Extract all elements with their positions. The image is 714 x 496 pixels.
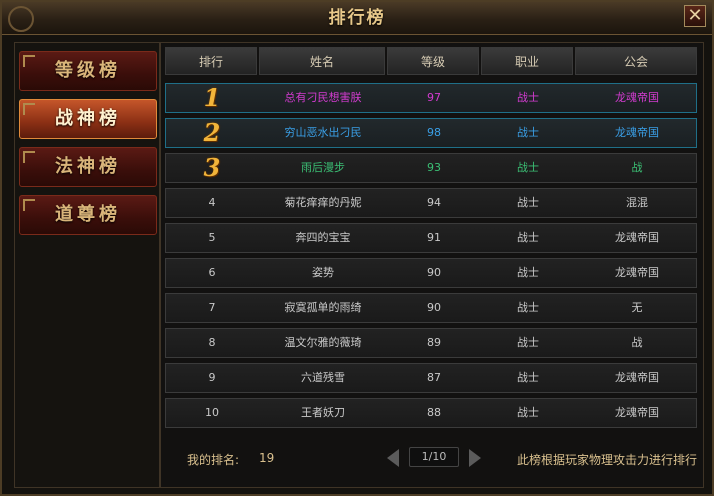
table-row[interactable]: 4 菊花痒痒的丹妮 94 战士 混混 bbox=[165, 188, 697, 218]
category-sidebar: 等级榜 战神榜 法神榜 道尊榜 bbox=[14, 42, 160, 488]
cell-level: 87 bbox=[427, 371, 441, 384]
my-rank-value: 19 bbox=[259, 451, 275, 465]
close-button[interactable]: ✕ bbox=[684, 5, 706, 27]
cell-level: 90 bbox=[427, 301, 441, 314]
cell-level: 88 bbox=[427, 406, 441, 419]
cell-class: 战士 bbox=[517, 406, 539, 419]
ornament-icon bbox=[23, 103, 35, 115]
cell-level: 93 bbox=[427, 161, 441, 174]
header-guild[interactable]: 公会 bbox=[575, 47, 697, 75]
tab-label: 战神榜 bbox=[55, 108, 121, 129]
cell-rank: 4 bbox=[208, 196, 216, 209]
cell-class: 战士 bbox=[517, 266, 539, 279]
cell-rank: 1 bbox=[203, 83, 221, 112]
my-rank-label: 我的排名: bbox=[187, 453, 240, 467]
tab-level-ranking[interactable]: 等级榜 bbox=[19, 51, 157, 91]
cell-class: 战士 bbox=[517, 371, 539, 384]
cell-guild: 龙魂帝国 bbox=[615, 231, 659, 244]
tab-label: 法神榜 bbox=[55, 156, 121, 177]
cell-rank: 8 bbox=[208, 336, 216, 349]
cell-rank: 5 bbox=[208, 231, 216, 244]
cell-class: 战士 bbox=[517, 336, 539, 349]
cell-name: 总有刁民想害朕 bbox=[284, 91, 362, 104]
cell-rank: 6 bbox=[208, 266, 216, 279]
header-rank[interactable]: 排行 bbox=[165, 47, 257, 75]
tab-label: 道尊榜 bbox=[55, 204, 121, 225]
cell-guild: 龙魂帝国 bbox=[615, 406, 659, 419]
cell-rank: 9 bbox=[208, 371, 216, 384]
table-row[interactable]: 10 王者妖刀 88 战士 龙魂帝国 bbox=[165, 398, 697, 428]
cell-class: 战士 bbox=[517, 196, 539, 209]
leaderboard-window: 排行榜 ✕ 等级榜 战神榜 法神榜 道尊榜 排行 姓名 等级 职业 公会 1 总有… bbox=[0, 0, 714, 496]
cell-name: 菊花痒痒的丹妮 bbox=[284, 196, 362, 209]
ranking-note: 此榜根据玩家物理攻击力进行排行 bbox=[516, 453, 697, 467]
cell-guild: 混混 bbox=[626, 196, 648, 209]
cell-class: 战士 bbox=[517, 301, 539, 314]
cell-name: 寂寞孤单的雨绮 bbox=[284, 301, 362, 314]
prev-page-icon[interactable] bbox=[387, 449, 399, 467]
cell-guild: 龙魂帝国 bbox=[615, 126, 659, 139]
pagination: 1/10 bbox=[387, 446, 481, 470]
header-name[interactable]: 姓名 bbox=[259, 47, 385, 75]
table-row[interactable]: 5 奔四的宝宝 91 战士 龙魂帝国 bbox=[165, 223, 697, 253]
ornament-icon bbox=[23, 55, 35, 67]
cell-class: 战士 bbox=[517, 161, 539, 174]
cell-rank: 3 bbox=[203, 153, 221, 182]
cell-guild: 战 bbox=[631, 336, 643, 349]
cell-name: 王者妖刀 bbox=[301, 406, 345, 419]
footer-bar: 我的排名: 19 1/10 此榜根据玩家物理攻击力进行排行 bbox=[161, 439, 705, 479]
ornament-icon bbox=[23, 151, 35, 163]
cell-class: 战士 bbox=[517, 126, 539, 139]
cell-name: 奔四的宝宝 bbox=[295, 231, 351, 244]
window-title: 排行榜 bbox=[328, 8, 386, 28]
cell-guild: 龙魂帝国 bbox=[615, 371, 659, 384]
title-bar: 排行榜 ✕ bbox=[2, 2, 712, 35]
cell-level: 98 bbox=[427, 126, 441, 139]
cell-guild: 龙魂帝国 bbox=[615, 266, 659, 279]
table-row[interactable]: 9 六道残雪 87 战士 龙魂帝国 bbox=[165, 363, 697, 393]
ranking-panel: 排行 姓名 等级 职业 公会 1 总有刁民想害朕 97 战士 龙魂帝国 2 穷山恶水出刁民 9… bbox=[160, 42, 704, 488]
cell-guild: 战 bbox=[631, 161, 643, 174]
tab-taoist-ranking[interactable]: 道尊榜 bbox=[19, 195, 157, 235]
cell-rank: 7 bbox=[208, 301, 216, 314]
header-level[interactable]: 等级 bbox=[387, 47, 479, 75]
cell-rank: 2 bbox=[203, 118, 221, 147]
cell-guild: 无 bbox=[631, 301, 643, 314]
cell-name: 穷山恶水出刁民 bbox=[284, 126, 362, 139]
tab-mage-ranking[interactable]: 法神榜 bbox=[19, 147, 157, 187]
cell-level: 94 bbox=[427, 196, 441, 209]
table-row[interactable]: 6 姿势 90 战士 龙魂帝国 bbox=[165, 258, 697, 288]
next-page-icon[interactable] bbox=[469, 449, 481, 467]
cell-name: 温文尔雅的薇琦 bbox=[284, 336, 362, 349]
cell-name: 六道残雪 bbox=[301, 371, 345, 384]
table-row[interactable]: 1 总有刁民想害朕 97 战士 龙魂帝国 bbox=[165, 83, 697, 113]
cell-level: 97 bbox=[427, 91, 441, 104]
cell-class: 战士 bbox=[517, 91, 539, 104]
cell-level: 89 bbox=[427, 336, 441, 349]
tab-warrior-ranking[interactable]: 战神榜 bbox=[19, 99, 157, 139]
ornament-icon bbox=[23, 199, 35, 211]
cell-level: 90 bbox=[427, 266, 441, 279]
cell-class: 战士 bbox=[517, 231, 539, 244]
cell-rank: 10 bbox=[205, 406, 219, 419]
page-indicator: 1/10 bbox=[409, 447, 459, 467]
cell-name: 雨后漫步 bbox=[301, 161, 345, 174]
table-header: 排行 姓名 等级 职业 公会 bbox=[165, 47, 697, 75]
tab-label: 等级榜 bbox=[55, 60, 121, 81]
table-row[interactable]: 7 寂寞孤单的雨绮 90 战士 无 bbox=[165, 293, 697, 323]
cell-guild: 龙魂帝国 bbox=[615, 91, 659, 104]
table-row[interactable]: 3 雨后漫步 93 战士 战 bbox=[165, 153, 697, 183]
header-class[interactable]: 职业 bbox=[481, 47, 573, 75]
table-row[interactable]: 2 穷山恶水出刁民 98 战士 龙魂帝国 bbox=[165, 118, 697, 148]
cell-level: 91 bbox=[427, 231, 441, 244]
table-row[interactable]: 8 温文尔雅的薇琦 89 战士 战 bbox=[165, 328, 697, 358]
cell-name: 姿势 bbox=[312, 266, 334, 279]
